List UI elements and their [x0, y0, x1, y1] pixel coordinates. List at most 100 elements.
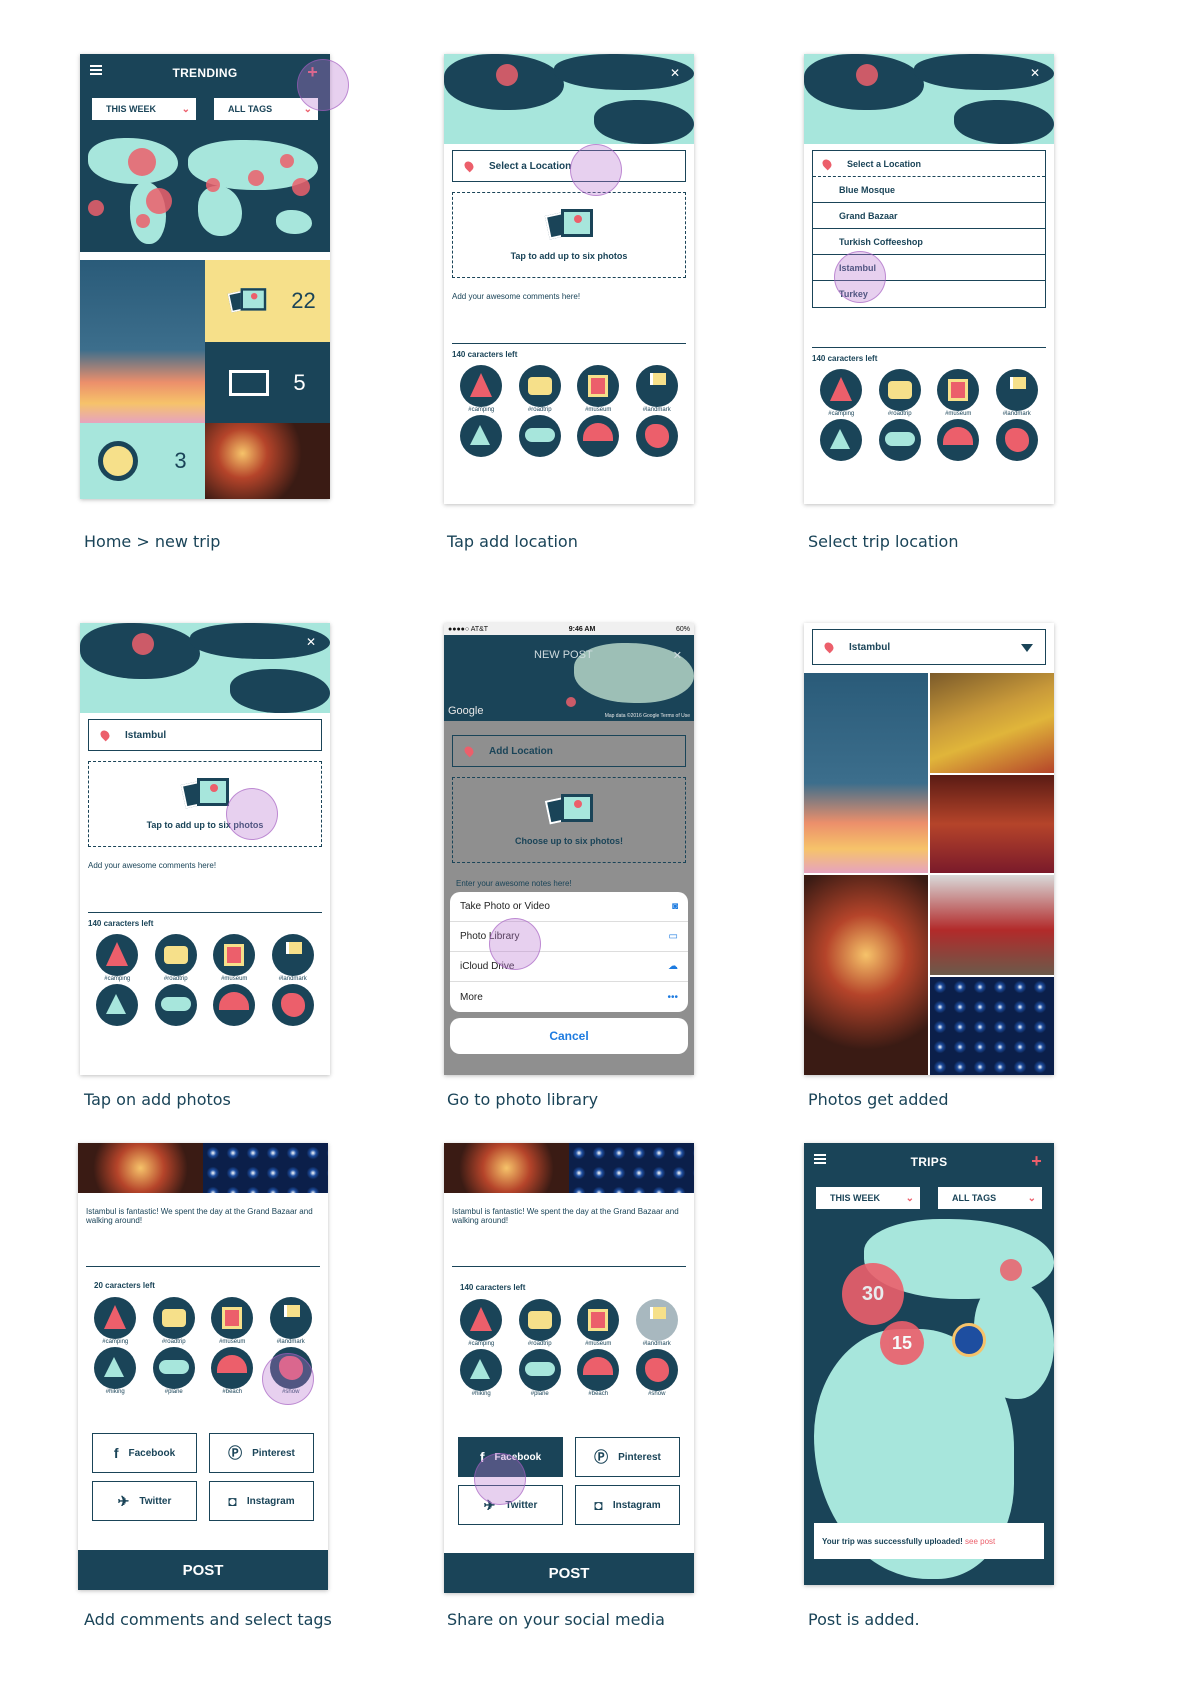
misc-count-tile[interactable]: 3 — [80, 423, 205, 499]
week-filter[interactable]: THIS WEEK ⌄ — [92, 98, 196, 120]
tag-hiking[interactable]: #hiking — [452, 1349, 511, 1397]
add-photos-area[interactable]: Tap to add up to six photos — [452, 192, 686, 278]
tag-landmark[interactable]: #landmark — [628, 365, 687, 413]
gallery-photo[interactable] — [930, 875, 1054, 975]
week-filter[interactable]: THIS WEEK ⌄ — [816, 1187, 920, 1209]
see-post-link[interactable]: see post — [965, 1537, 995, 1546]
tag-museum[interactable]: #museum — [929, 369, 988, 417]
notes-input[interactable]: Enter your awesome notes here! — [456, 879, 682, 888]
dropdown-header[interactable]: Select a Location — [813, 151, 1045, 177]
tag-plane[interactable]: #plane — [145, 1347, 204, 1395]
tag-roadtrip[interactable]: #roadtrip — [511, 365, 570, 413]
tag-museum[interactable]: #museum — [205, 934, 264, 982]
map-marker[interactable] — [1000, 1259, 1022, 1281]
world-map[interactable] — [80, 130, 330, 252]
tag-roadtrip[interactable]: #roadtrip — [871, 369, 930, 417]
tag-camping[interactable]: #camping — [452, 1299, 511, 1347]
trip-cluster-small[interactable]: 15 — [880, 1321, 924, 1365]
tag-beach[interactable] — [929, 419, 988, 461]
gallery-photo[interactable] — [804, 875, 928, 1075]
post-button[interactable]: POST — [78, 1550, 328, 1590]
map-marker[interactable] — [136, 214, 150, 228]
map-marker[interactable] — [88, 200, 104, 216]
close-icon[interactable]: ✕ — [306, 635, 316, 649]
tag-plane[interactable] — [511, 415, 570, 457]
add-trip-icon[interactable]: + — [1031, 1151, 1042, 1172]
tag-plane[interactable]: #plane — [511, 1349, 570, 1397]
twitter-button[interactable]: ✈ Twitter — [92, 1481, 197, 1521]
dropdown-option[interactable]: Grand Bazaar — [813, 203, 1045, 229]
comment-input[interactable]: Istambul is fantastic! We spent the day … — [86, 1207, 320, 1267]
kitchen-photo[interactable] — [80, 260, 205, 423]
instagram-button[interactable]: ◘ Instagram — [209, 1481, 314, 1521]
tag-camping[interactable]: #camping — [452, 365, 511, 413]
gallery-photo[interactable] — [930, 673, 1054, 773]
tag-beach[interactable]: #beach — [203, 1347, 262, 1395]
tag-plane[interactable] — [871, 419, 930, 461]
lamps-photo[interactable] — [205, 423, 330, 499]
map-marker[interactable] — [146, 188, 172, 214]
tag-beach[interactable] — [569, 415, 628, 457]
tag-camping[interactable]: #camping — [812, 369, 871, 417]
post-button[interactable]: POST — [444, 1553, 694, 1593]
map-marker[interactable] — [292, 178, 310, 196]
tag-beach[interactable]: #beach — [569, 1349, 628, 1397]
tag-museum[interactable]: #museum — [569, 365, 628, 413]
tag-landmark[interactable]: #landmark — [264, 934, 323, 982]
menu-icon[interactable] — [814, 1154, 826, 1164]
tag-hiking[interactable]: #hiking — [86, 1347, 145, 1395]
new-trip-marker[interactable] — [952, 1323, 986, 1357]
tag-show[interactable] — [264, 984, 323, 1026]
map-marker[interactable] — [280, 154, 294, 168]
close-icon[interactable]: ✕ — [670, 66, 680, 80]
location-field[interactable]: Select a Location — [452, 150, 686, 182]
location-field[interactable]: Istambul — [88, 719, 322, 751]
tag-show[interactable] — [988, 419, 1047, 461]
tag-plane[interactable] — [147, 984, 206, 1026]
tag-show[interactable]: #show — [628, 1349, 687, 1397]
menu-icon[interactable] — [90, 65, 102, 75]
location-field[interactable]: Add Location — [452, 735, 686, 767]
close-icon[interactable]: ✕ — [1030, 66, 1040, 80]
tags-filter[interactable]: ALL TAGS ⌄ — [938, 1187, 1042, 1209]
comment-input[interactable]: Add your awesome comments here! — [452, 288, 686, 344]
comment-input[interactable]: Istambul is fantastic! We spent the day … — [452, 1207, 686, 1267]
tag-landmark[interactable]: #landmark — [988, 369, 1047, 417]
tag-landmark[interactable]: #landmark — [262, 1297, 321, 1345]
tag-hiking[interactable] — [812, 419, 871, 461]
sheet-take-photo[interactable]: Take Photo or Video ◙ — [450, 892, 688, 922]
photos-count-tile[interactable]: 22 — [205, 260, 330, 342]
sheet-more[interactable]: More ••• — [450, 982, 688, 1012]
add-photos-area[interactable]: Tap to add up to six photos — [88, 761, 322, 847]
tag-roadtrip[interactable]: #roadtrip — [147, 934, 206, 982]
tag-camping[interactable]: #camping — [86, 1297, 145, 1345]
cancel-button[interactable]: Cancel — [450, 1018, 688, 1054]
map-marker[interactable] — [206, 178, 220, 192]
tag-beach[interactable] — [205, 984, 264, 1026]
trips-map[interactable]: 30 15 Your trip was successfully uploade… — [804, 1219, 1054, 1585]
location-select[interactable]: Istambul — [812, 629, 1046, 665]
comment-input[interactable]: Add your awesome comments here! — [88, 857, 322, 913]
pinterest-button[interactable]: Ⓟ Pinterest — [575, 1437, 680, 1477]
tag-hiking[interactable] — [452, 415, 511, 457]
tag-roadtrip[interactable]: #roadtrip — [511, 1299, 570, 1347]
sheet-photo-library[interactable]: Photo Library ▭ — [450, 922, 688, 952]
map-marker[interactable] — [248, 170, 264, 186]
gallery-photo[interactable] — [804, 673, 928, 873]
close-icon[interactable]: ✕ — [673, 649, 682, 662]
gallery-photo[interactable] — [930, 977, 1054, 1075]
sheet-icloud[interactable]: iCloud Drive ☁ — [450, 952, 688, 982]
tag-roadtrip[interactable]: #roadtrip — [145, 1297, 204, 1345]
maps-count-tile[interactable]: 5 — [205, 342, 330, 423]
tag-show[interactable] — [628, 415, 687, 457]
map-marker[interactable] — [128, 148, 156, 176]
add-photos-area[interactable]: Choose up to six photos! — [452, 777, 686, 863]
dropdown-option[interactable]: Turkish Coffeeshop — [813, 229, 1045, 255]
facebook-button[interactable]: f Facebook — [92, 1433, 197, 1473]
tag-museum[interactable]: #museum — [569, 1299, 628, 1347]
tag-camping[interactable]: #camping — [88, 934, 147, 982]
pinterest-button[interactable]: Ⓟ Pinterest — [209, 1433, 314, 1473]
trip-cluster-large[interactable]: 30 — [842, 1263, 904, 1325]
instagram-button[interactable]: ◘ Instagram — [575, 1485, 680, 1525]
tag-museum[interactable]: #museum — [203, 1297, 262, 1345]
